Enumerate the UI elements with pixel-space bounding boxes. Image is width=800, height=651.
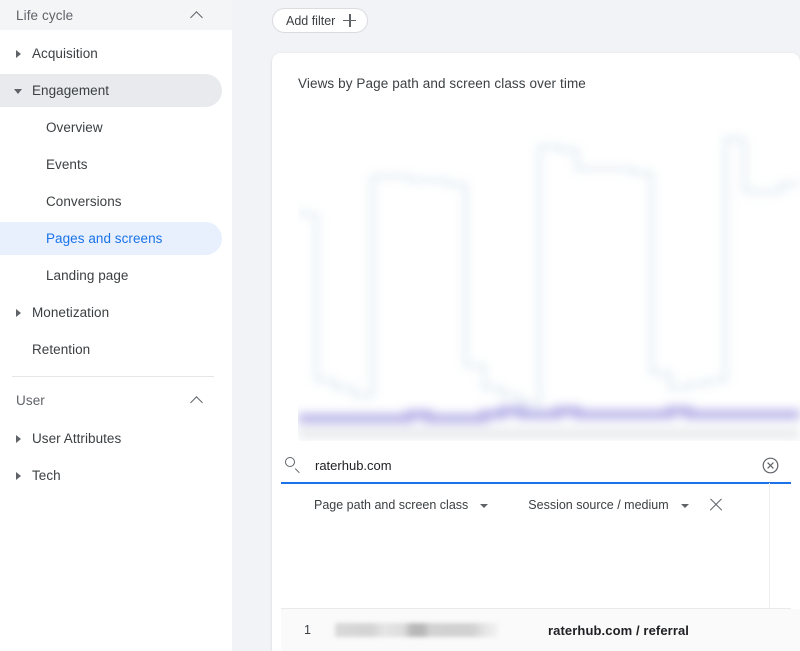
- sidebar-item-label: Overview: [46, 120, 103, 135]
- table-column-headers: Page path and screen class Session sourc…: [281, 490, 791, 520]
- sidebar-item-label: Tech: [32, 468, 61, 483]
- sidebar-section-life-cycle[interactable]: Life cycle: [0, 0, 232, 30]
- chart-series-2: [298, 406, 800, 423]
- sidebar-item-label: Conversions: [46, 194, 122, 209]
- search-input[interactable]: [315, 457, 762, 473]
- sidebar-item-landing-page[interactable]: Landing page: [0, 259, 222, 292]
- search-icon: [285, 457, 301, 473]
- column-header-session-source[interactable]: Session source / medium: [528, 498, 691, 512]
- chart-series-1: [298, 137, 800, 405]
- sidebar-item-events[interactable]: Events: [0, 148, 222, 181]
- report-card: Views by Page path and screen class over…: [272, 53, 800, 651]
- sidebar-item-acquisition[interactable]: Acquisition: [0, 37, 222, 70]
- table-body: 1 raterhub.com / referral: [281, 608, 800, 651]
- column-header-page-path[interactable]: Page path and screen class: [314, 498, 491, 512]
- sidebar-item-conversions[interactable]: Conversions: [0, 185, 222, 218]
- sidebar-section-title: User: [16, 392, 45, 408]
- sidebar-item-label: Acquisition: [32, 46, 98, 61]
- caret-right-icon: [12, 469, 26, 483]
- no-icon-spacer: [12, 343, 26, 357]
- caret-right-icon: [12, 432, 26, 446]
- session-source-cell: raterhub.com / referral: [548, 622, 690, 638]
- sidebar-item-label: Retention: [32, 342, 91, 357]
- column-header-label: Page path and screen class: [314, 498, 469, 512]
- sidebar-item-overview[interactable]: Overview: [0, 111, 222, 144]
- sidebar-item-label: Landing page: [46, 268, 129, 283]
- sidebar-item-label: Events: [46, 157, 88, 172]
- table-search-row[interactable]: [281, 448, 791, 484]
- sidebar-item-label: Pages and screens: [46, 231, 163, 246]
- row-index: 1: [304, 623, 311, 637]
- add-filter-button[interactable]: Add filter: [272, 8, 369, 33]
- sidebar-item-label: Monetization: [32, 305, 110, 320]
- analytics-app: Life cycle Acquisition Engagement Overvi…: [0, 0, 800, 651]
- card-title: Views by Page path and screen class over…: [298, 76, 586, 91]
- caret-down-icon: [12, 84, 26, 98]
- sidebar-item-retention[interactable]: Retention: [0, 333, 222, 366]
- redacted-page-path-cell: [335, 623, 498, 637]
- dropdown-caret-icon[interactable]: [479, 499, 491, 511]
- sidebar-item-engagement[interactable]: Engagement: [0, 74, 222, 107]
- column-header-label: Session source / medium: [528, 498, 669, 512]
- chevron-up-icon[interactable]: [190, 8, 204, 22]
- main-content: Add filter Views by Page path and screen…: [232, 0, 800, 651]
- clear-circle-glyph: [762, 457, 779, 473]
- sidebar-item-monetization[interactable]: Monetization: [0, 296, 222, 329]
- add-filter-label: Add filter: [286, 13, 336, 28]
- chevron-up-icon[interactable]: [190, 393, 204, 407]
- sidebar-item-label: Engagement: [32, 83, 110, 98]
- clear-circle-icon[interactable]: [762, 457, 779, 474]
- sidebar-section-title: Life cycle: [16, 7, 74, 23]
- sidebar-item-tech[interactable]: Tech: [0, 459, 222, 492]
- views-over-time-chart: [298, 101, 800, 441]
- table-row[interactable]: 1 raterhub.com / referral: [281, 609, 800, 651]
- sidebar-item-user-attributes[interactable]: User Attributes: [0, 422, 222, 455]
- caret-right-icon: [12, 47, 26, 61]
- sidebar-divider: [12, 376, 214, 377]
- sidebar-item-label: User Attributes: [32, 431, 122, 446]
- plus-icon: [343, 14, 357, 27]
- dropdown-caret-icon[interactable]: [680, 499, 692, 511]
- chart-svg: [298, 137, 800, 439]
- left-sidebar: Life cycle Acquisition Engagement Overvi…: [0, 0, 232, 651]
- filter-bar: Add filter: [272, 8, 369, 34]
- sidebar-item-pages-and-screens[interactable]: Pages and screens: [0, 222, 222, 255]
- sidebar-section-user[interactable]: User: [0, 385, 232, 415]
- remove-column-icon[interactable]: [709, 498, 723, 512]
- caret-right-icon: [12, 306, 26, 320]
- chart-blur-layer: [298, 101, 800, 441]
